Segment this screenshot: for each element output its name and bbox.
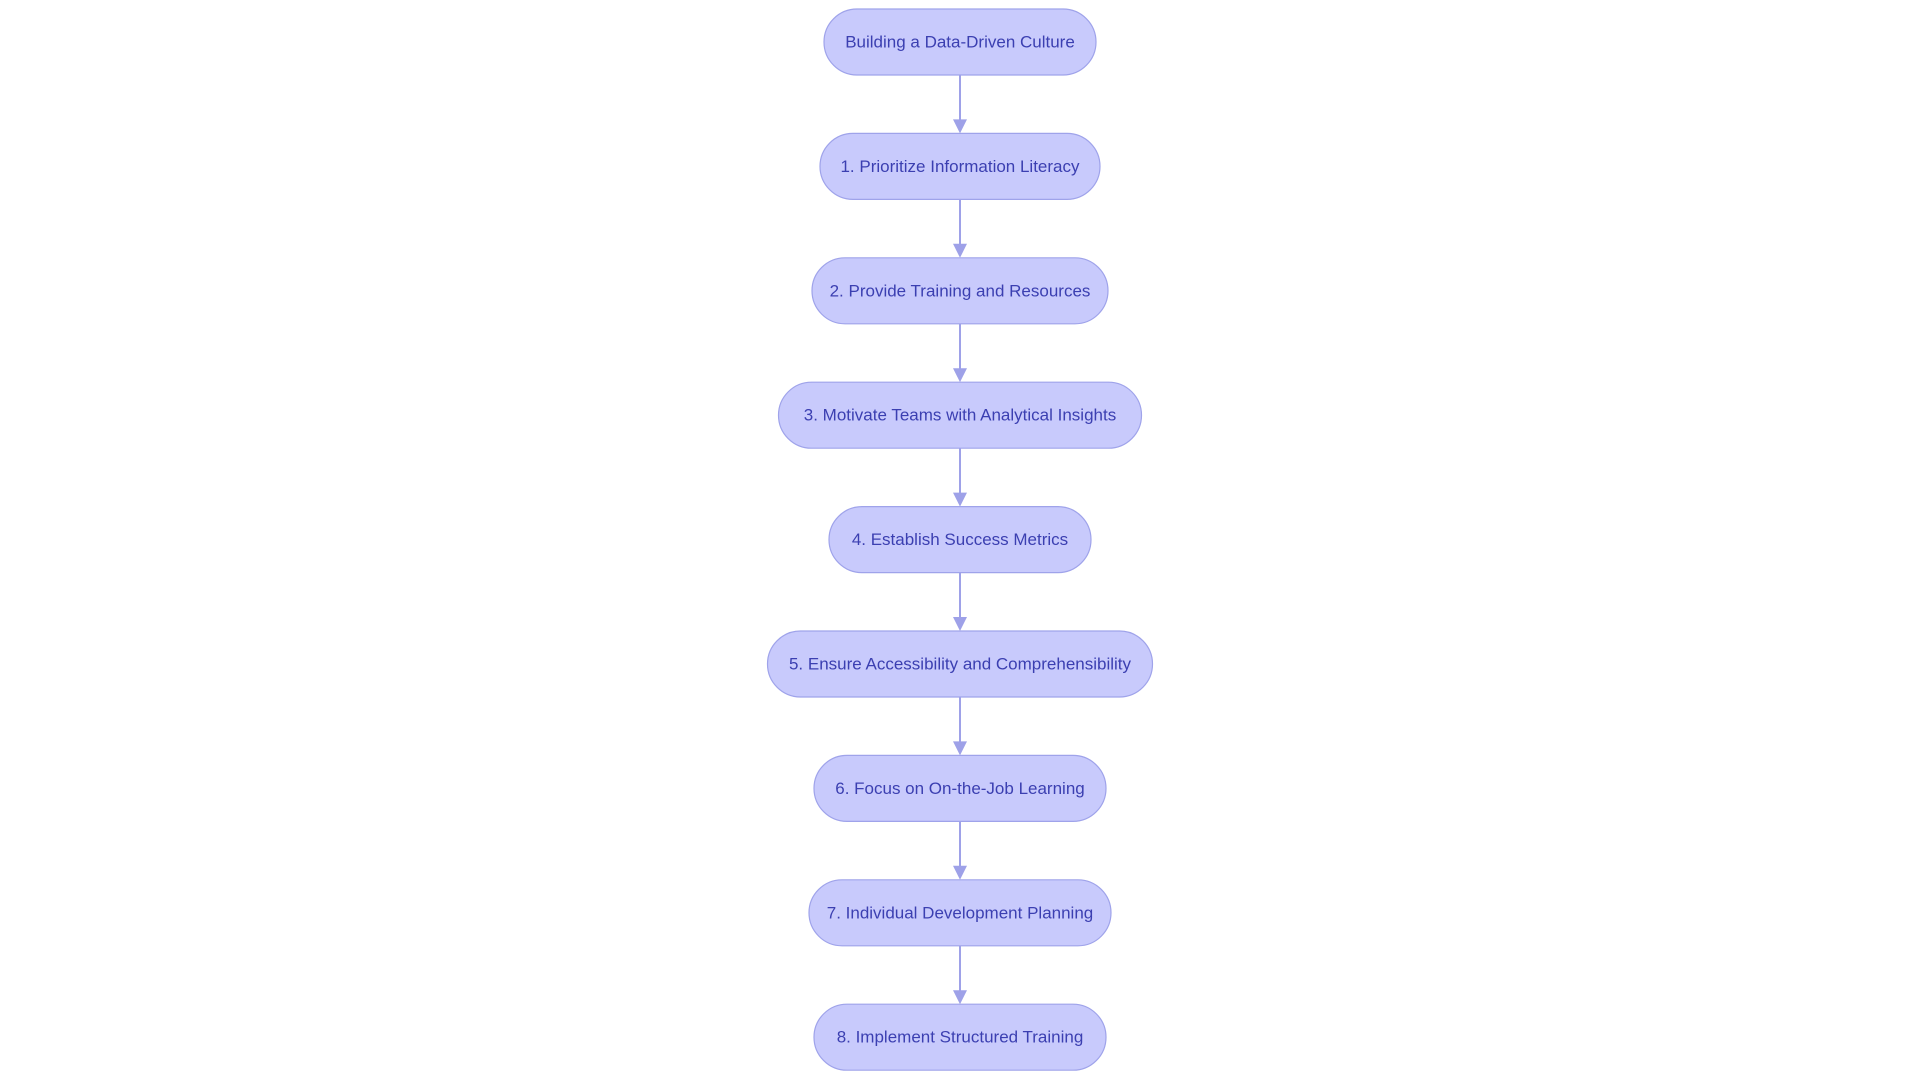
arrowhead-icon: [953, 492, 967, 507]
flow-node-step3: 3. Motivate Teams with Analytical Insigh…: [777, 381, 1143, 449]
node-label: 5. Ensure Accessibility and Comprehensib…: [789, 655, 1132, 674]
arrowhead-icon: [953, 368, 967, 383]
node-label: 4. Establish Success Metrics: [852, 530, 1068, 549]
flow-node-step8: 8. Implement Structured Training: [813, 1003, 1107, 1071]
flow-node-step1: 1. Prioritize Information Literacy: [819, 132, 1101, 200]
arrowhead-icon: [953, 617, 967, 631]
flow-edge-step3-to-step4: [953, 448, 967, 507]
flow-edge-step1-to-step2: [953, 199, 967, 258]
node-label: 1. Prioritize Information Literacy: [840, 157, 1080, 176]
node-label: 8. Implement Structured Training: [837, 1028, 1084, 1047]
arrowhead-icon: [953, 243, 967, 258]
flow-node-root: Building a Data-Driven Culture: [823, 8, 1097, 76]
arrowhead-icon: [953, 119, 967, 134]
flow-edge-step4-to-step5: [953, 572, 967, 631]
arrowhead-icon: [953, 865, 967, 880]
flow-edge-step7-to-step8: [953, 945, 967, 1005]
flow-edge-step6-to-step7: [953, 821, 967, 880]
node-label: 6. Focus on On-the-Job Learning: [835, 779, 1084, 798]
node-label: 7. Individual Development Planning: [827, 903, 1094, 922]
flow-node-step2: 2. Provide Training and Resources: [811, 257, 1109, 325]
flow-node-step6: 6. Focus on On-the-Job Learning: [813, 754, 1107, 823]
node-label: Building a Data-Driven Culture: [845, 33, 1075, 52]
flow-edge-step5-to-step6: [953, 697, 967, 756]
flow-node-step4: 4. Establish Success Metrics: [828, 506, 1092, 574]
node-label: 3. Motivate Teams with Analytical Insigh…: [804, 406, 1116, 425]
flow-edge-root-to-step1: [953, 75, 967, 134]
flowchart-diagram: Building a Data-Driven Culture 1. Priorit…: [766, 8, 1154, 1071]
flow-node-step5: 5. Ensure Accessibility and Comprehensib…: [766, 630, 1154, 698]
arrowhead-icon: [953, 990, 967, 1005]
node-label: 2. Provide Training and Resources: [830, 281, 1091, 300]
nodes-layer: Building a Data-Driven Culture 1. Priorit…: [766, 8, 1154, 1071]
flow-edge-step2-to-step3: [953, 323, 967, 383]
flow-node-step7: 7. Individual Development Planning: [808, 879, 1112, 947]
arrowhead-icon: [953, 741, 967, 756]
